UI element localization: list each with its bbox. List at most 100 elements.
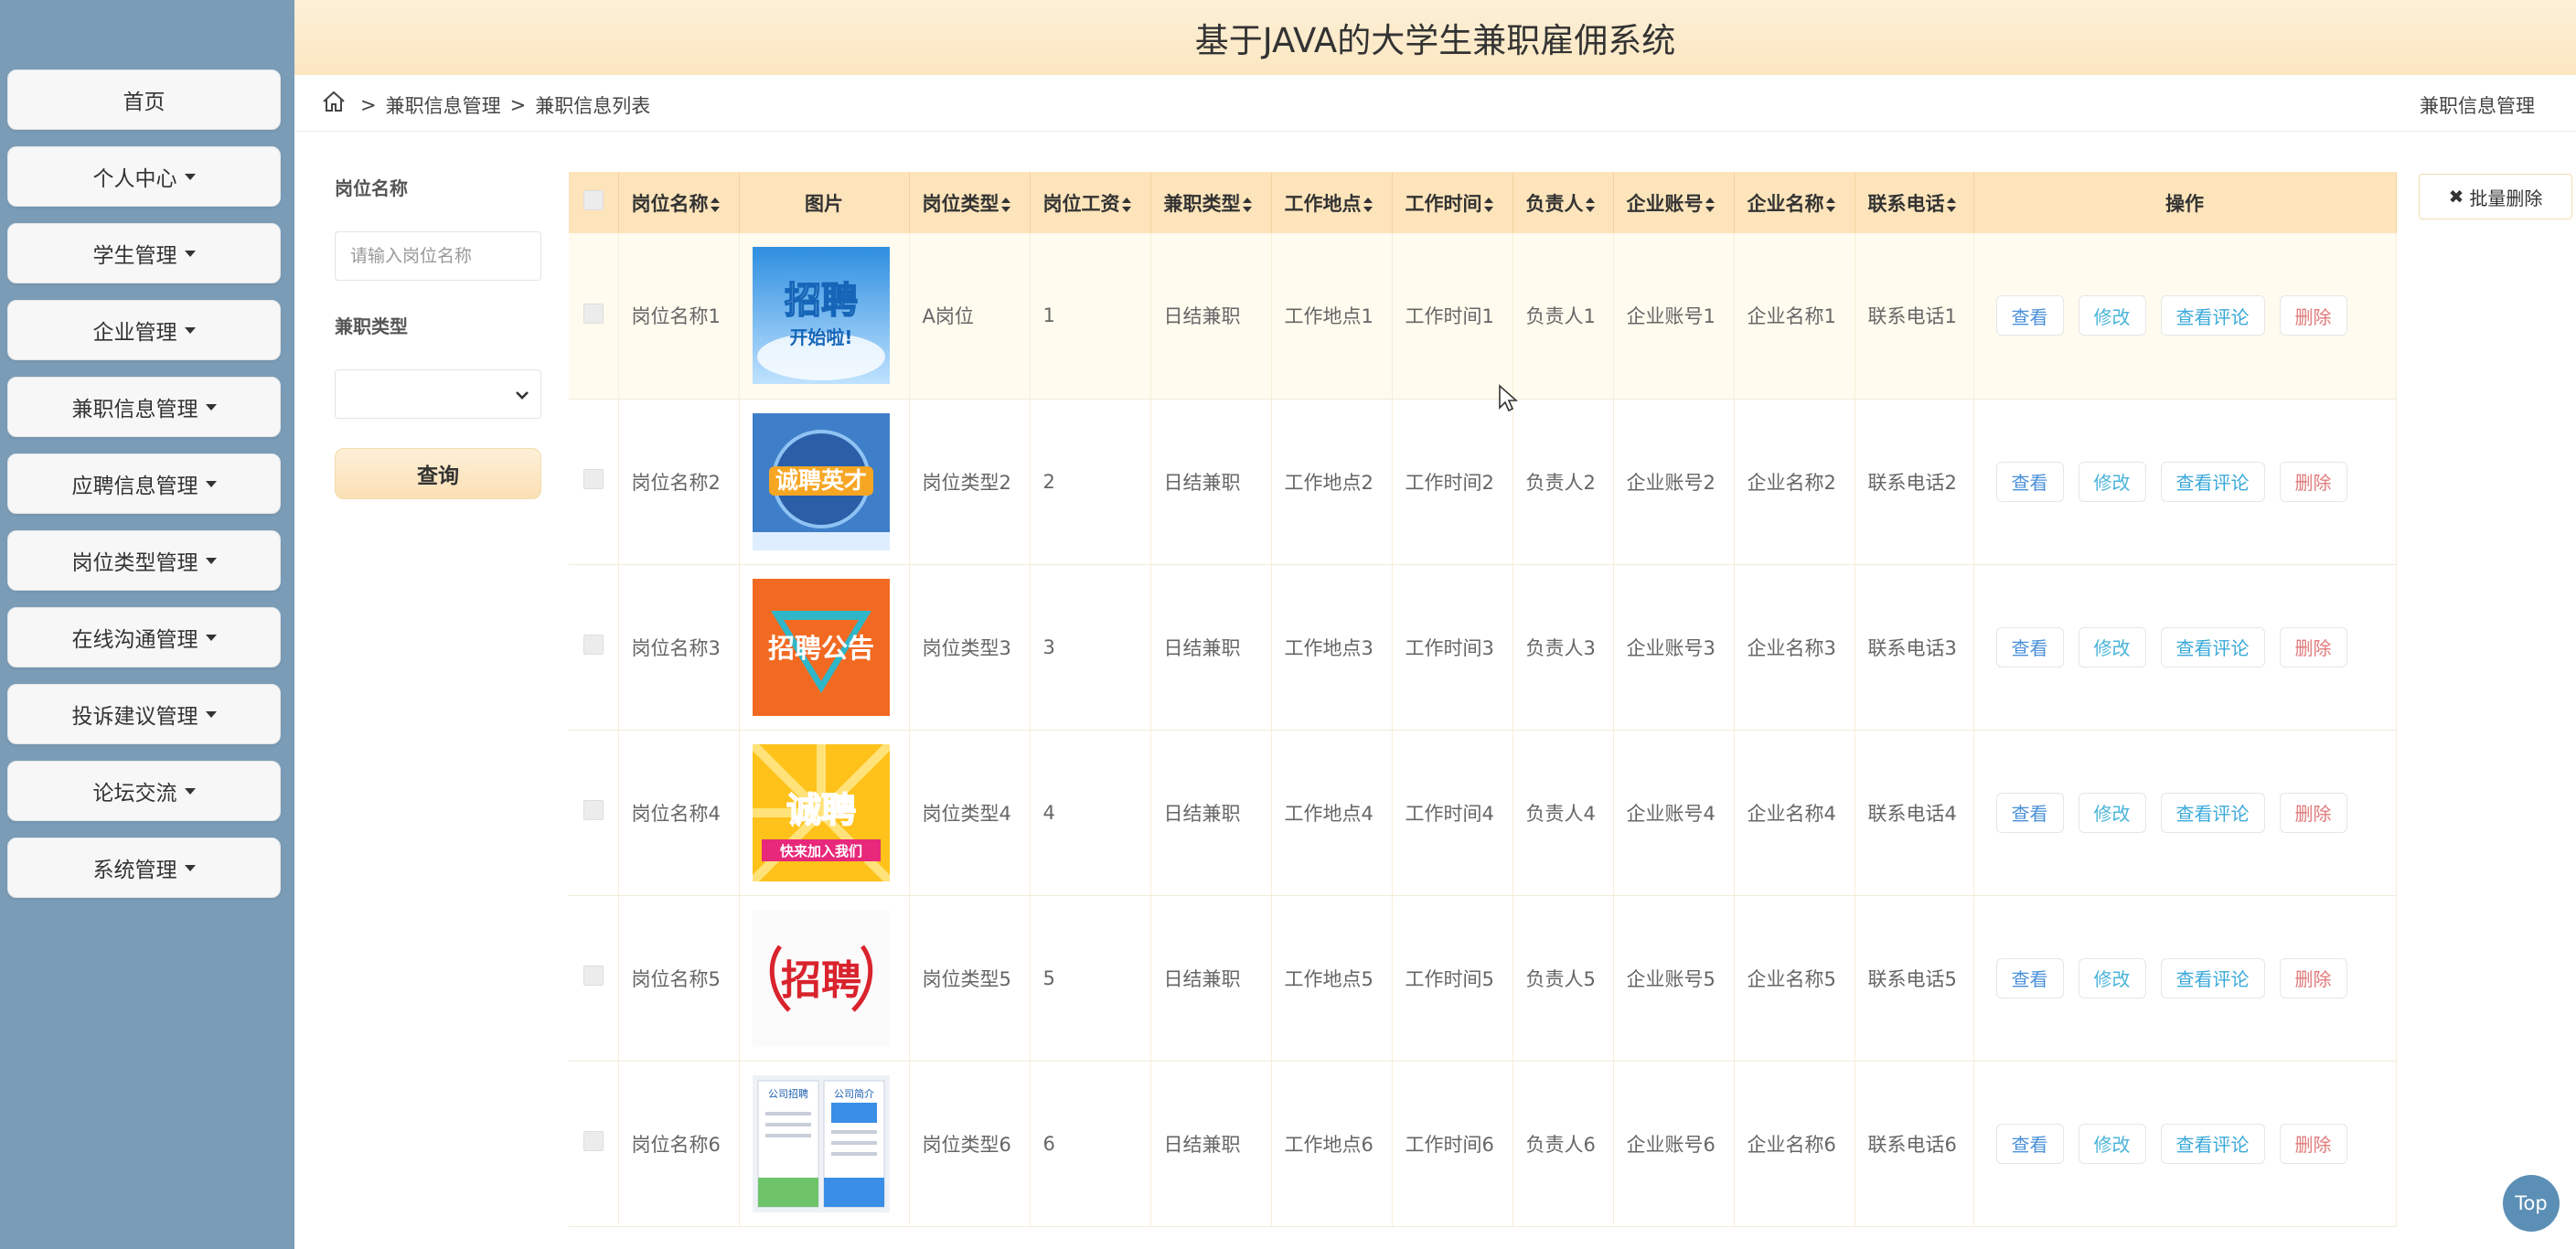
- view-comments-button[interactable]: 查看评论: [2160, 461, 2265, 502]
- col-header-account[interactable]: 企业账号: [1613, 172, 1735, 233]
- back-to-top-button[interactable]: Top: [2503, 1175, 2560, 1232]
- sidebar-item-forum[interactable]: 论坛交流: [7, 761, 281, 821]
- column-label: 企业名称: [1747, 192, 1824, 215]
- cell-name: 岗位名称3: [618, 564, 740, 730]
- cell-company: 企业名称4: [1734, 730, 1855, 895]
- edit-button[interactable]: 修改: [2078, 1123, 2146, 1164]
- batch-delete-label: 批量删除: [2469, 187, 2543, 209]
- view-comments-button[interactable]: 查看评论: [2160, 1123, 2265, 1164]
- breadcrumb-item-list: 兼职信息列表: [535, 95, 651, 117]
- col-header-time[interactable]: 工作时间: [1392, 172, 1513, 233]
- chevron-down-icon: [516, 391, 529, 400]
- cell-phone: 联系电话1: [1855, 233, 1974, 399]
- col-header-actions: 操作: [1973, 172, 2397, 233]
- row-checkbox[interactable]: [583, 635, 604, 655]
- view-button[interactable]: 查看: [1995, 461, 2064, 502]
- cell-salary: 2: [1030, 399, 1151, 564]
- view-button[interactable]: 查看: [1995, 1123, 2064, 1164]
- edit-button[interactable]: 修改: [2078, 626, 2146, 667]
- table-row: 岗位名称3 招聘公告 岗位类型3 3 日结兼职 工作地点3 工作时间3 负责人3…: [569, 564, 2397, 730]
- sidebar-item-job-types[interactable]: 岗位类型管理: [7, 530, 281, 591]
- job-poster-image[interactable]: 招聘: [752, 909, 890, 1047]
- job-poster-image[interactable]: 公司招聘 公司简介: [752, 1074, 890, 1212]
- sidebar: 首页 个人中心 学生管理 企业管理 兼职信息管理 应聘信息管理 岗位类型管理 在…: [0, 0, 294, 1249]
- row-checkbox[interactable]: [583, 1131, 604, 1151]
- parttime-type-select[interactable]: [335, 369, 541, 419]
- poster-text: 招聘: [781, 957, 861, 1004]
- caret-down-icon: [184, 864, 196, 871]
- sidebar-item-complaints[interactable]: 投诉建议管理: [7, 684, 281, 744]
- top-header: 基于JAVA的大学生兼职雇佣系统: [294, 0, 2576, 75]
- breadcrumb: > 兼职信息管理 > 兼职信息列表 兼职信息管理: [294, 77, 2576, 132]
- job-poster-image[interactable]: 诚聘 快来加入我们: [752, 743, 890, 881]
- job-poster-image[interactable]: 招聘公告: [752, 578, 890, 716]
- row-checkbox[interactable]: [583, 800, 604, 820]
- cell-account: 企业账号4: [1613, 730, 1735, 895]
- edit-button[interactable]: 修改: [2078, 295, 2146, 336]
- cell-manager: 负责人4: [1512, 730, 1614, 895]
- sidebar-item-personal-center[interactable]: 个人中心: [7, 146, 281, 207]
- row-checkbox[interactable]: [583, 966, 604, 986]
- column-label: 岗位工资: [1042, 192, 1120, 215]
- breadcrumb-trail: > 兼职信息管理 > 兼职信息列表: [360, 91, 650, 119]
- edit-button[interactable]: 修改: [2078, 461, 2146, 502]
- delete-button[interactable]: 删除: [2279, 295, 2347, 336]
- sidebar-item-applications[interactable]: 应聘信息管理: [7, 454, 281, 514]
- col-header-type[interactable]: 岗位类型: [909, 172, 1031, 233]
- breadcrumb-item-parttime[interactable]: 兼职信息管理: [386, 91, 501, 119]
- view-button[interactable]: 查看: [1995, 792, 2064, 833]
- col-header-name[interactable]: 岗位名称: [618, 172, 740, 233]
- poster-text: 公司简介: [834, 1087, 874, 1100]
- sidebar-item-parttime-info[interactable]: 兼职信息管理: [7, 377, 281, 437]
- col-header-parttime-type[interactable]: 兼职类型: [1150, 172, 1272, 233]
- view-comments-button[interactable]: 查看评论: [2160, 957, 2265, 998]
- col-header-salary[interactable]: 岗位工资: [1030, 172, 1151, 233]
- view-button[interactable]: 查看: [1995, 295, 2064, 336]
- cell-salary: 6: [1030, 1061, 1151, 1226]
- view-comments-button[interactable]: 查看评论: [2160, 792, 2265, 833]
- cell-account: 企业账号1: [1613, 233, 1735, 399]
- delete-button[interactable]: 删除: [2279, 957, 2347, 998]
- cell-place: 工作地点2: [1271, 399, 1393, 564]
- select-all-checkbox[interactable]: [583, 190, 604, 210]
- query-button[interactable]: 查询: [335, 448, 541, 499]
- row-checkbox[interactable]: [583, 469, 604, 489]
- sidebar-item-system[interactable]: 系统管理: [7, 838, 281, 898]
- col-header-place[interactable]: 工作地点: [1271, 172, 1393, 233]
- cell-company: 企业名称3: [1734, 564, 1855, 730]
- view-comments-button[interactable]: 查看评论: [2160, 626, 2265, 667]
- sidebar-item-home[interactable]: 首页: [7, 69, 281, 130]
- home-icon[interactable]: [320, 88, 347, 115]
- delete-button[interactable]: 删除: [2279, 626, 2347, 667]
- cell-actions: 查看 修改 查看评论 删除: [1973, 730, 2397, 895]
- cell-image: 招聘公告: [739, 564, 910, 730]
- edit-button[interactable]: 修改: [2078, 957, 2146, 998]
- poster-text: 招聘公告: [767, 633, 873, 664]
- cell-time: 工作时间4: [1392, 730, 1513, 895]
- column-label: 联系电话: [1867, 192, 1945, 215]
- sidebar-item-students[interactable]: 学生管理: [7, 223, 281, 283]
- delete-button[interactable]: 删除: [2279, 461, 2347, 502]
- row-checkbox[interactable]: [583, 303, 604, 324]
- job-name-input[interactable]: [335, 231, 541, 281]
- col-header-company[interactable]: 企业名称: [1734, 172, 1855, 233]
- job-poster-image[interactable]: 诚聘英才: [752, 412, 890, 550]
- view-button[interactable]: 查看: [1995, 957, 2064, 998]
- delete-button[interactable]: 删除: [2279, 792, 2347, 833]
- view-button[interactable]: 查看: [1995, 626, 2064, 667]
- edit-button[interactable]: 修改: [2078, 792, 2146, 833]
- sidebar-item-label: 应聘信息管理: [71, 475, 198, 498]
- delete-button[interactable]: 删除: [2279, 1123, 2347, 1164]
- cell-time: 工作时间3: [1392, 564, 1513, 730]
- col-header-manager[interactable]: 负责人: [1512, 172, 1614, 233]
- sort-icon: [1121, 197, 1131, 212]
- col-header-phone[interactable]: 联系电话: [1855, 172, 1974, 233]
- batch-delete-button[interactable]: ✖ 批量删除: [2419, 174, 2572, 219]
- view-comments-button[interactable]: 查看评论: [2160, 295, 2265, 336]
- cell-manager: 负责人5: [1512, 895, 1614, 1061]
- sidebar-item-enterprises[interactable]: 企业管理: [7, 300, 281, 360]
- sidebar-item-online-chat[interactable]: 在线沟通管理: [7, 607, 281, 667]
- cell-image: 诚聘英才: [739, 399, 910, 564]
- cell-manager: 负责人3: [1512, 564, 1614, 730]
- job-poster-image[interactable]: 招聘 开始啦!: [752, 247, 890, 385]
